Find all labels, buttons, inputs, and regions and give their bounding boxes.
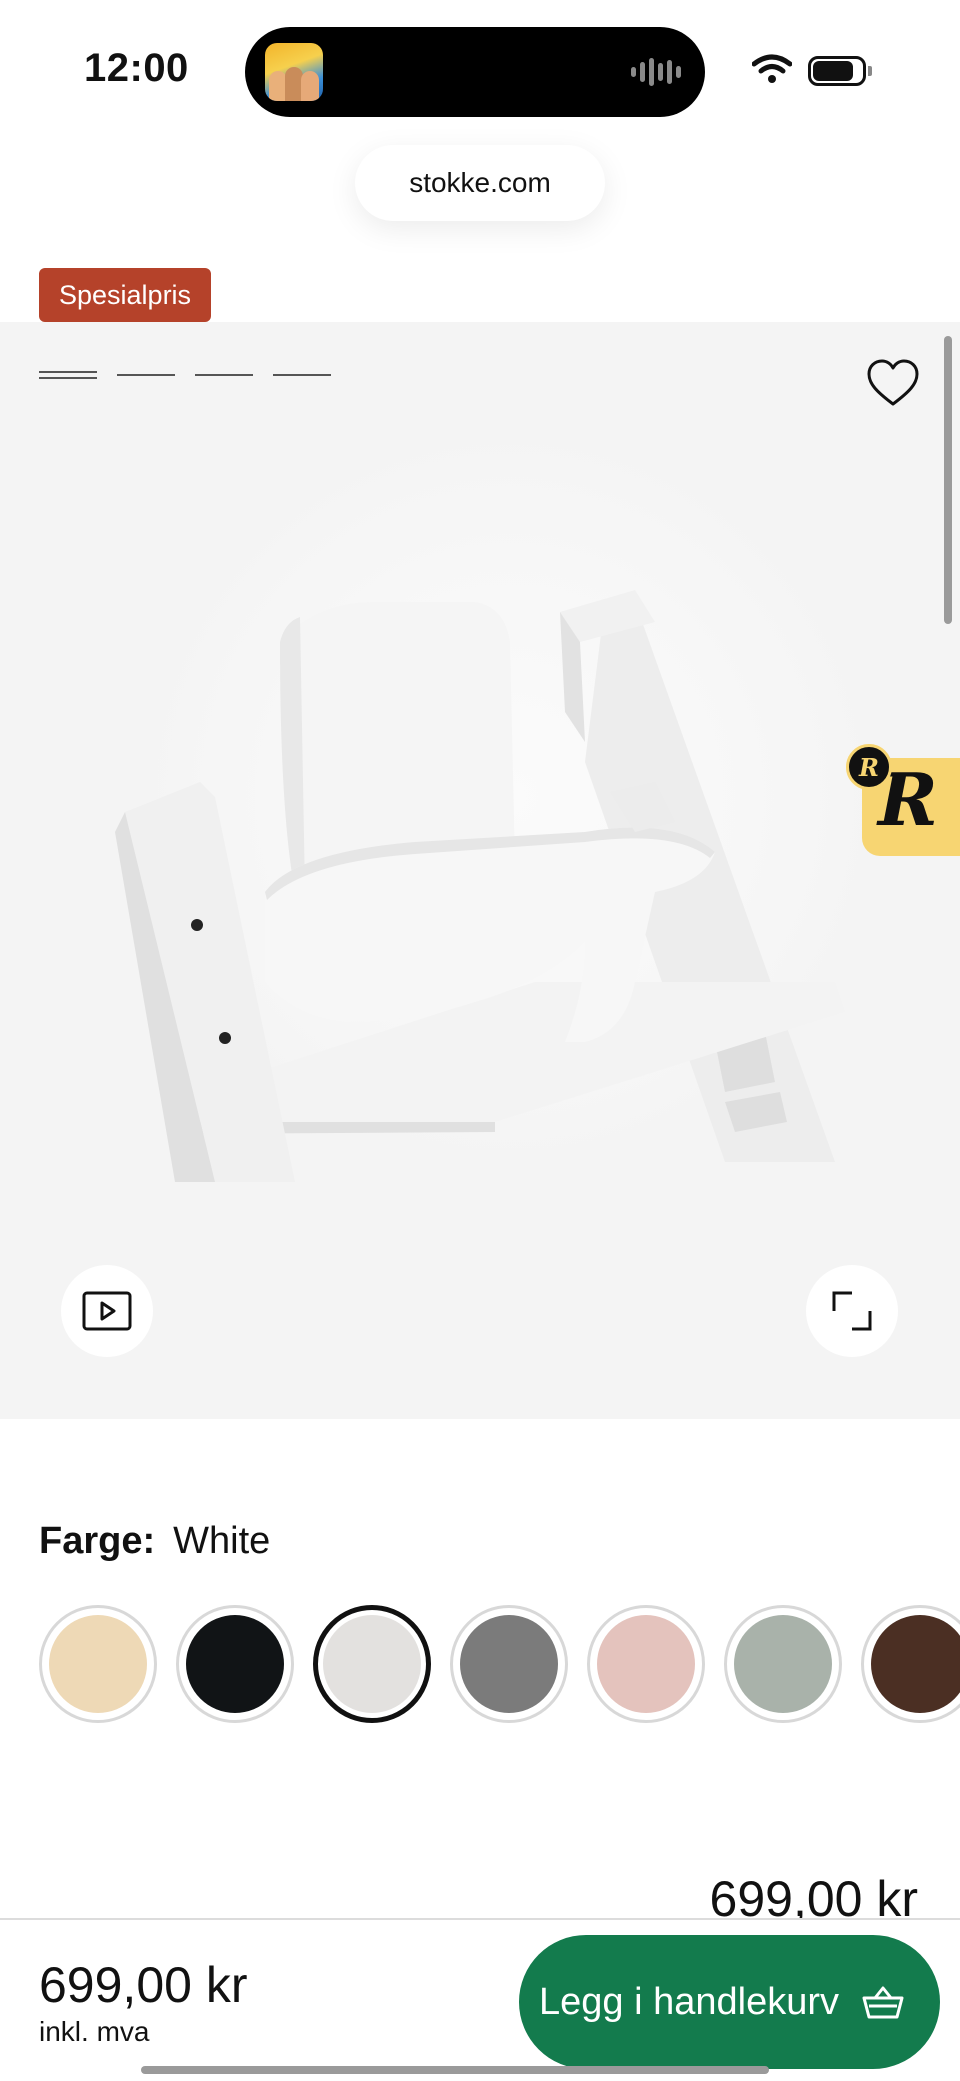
home-indicator[interactable] bbox=[141, 2066, 769, 2074]
gallery-pagination bbox=[39, 371, 331, 379]
wishlist-heart-icon[interactable] bbox=[863, 354, 923, 414]
loyalty-widget-mini-logo: R bbox=[846, 744, 892, 790]
gallery-dot[interactable] bbox=[39, 371, 97, 379]
play-icon bbox=[82, 1291, 132, 1331]
color-swatch-fill bbox=[734, 1615, 832, 1713]
gallery-dot[interactable] bbox=[117, 374, 175, 376]
battery-icon bbox=[808, 56, 872, 86]
color-swatch[interactable] bbox=[587, 1605, 705, 1723]
status-bar: 12:00 bbox=[0, 0, 960, 140]
expand-icon bbox=[832, 1291, 872, 1331]
status-time: 12:00 bbox=[84, 46, 189, 90]
color-swatch-fill bbox=[460, 1615, 558, 1713]
color-swatch[interactable] bbox=[861, 1605, 960, 1723]
gallery-dot[interactable] bbox=[273, 374, 331, 376]
color-label-key: Farge: bbox=[39, 1520, 156, 1562]
add-to-cart-button[interactable]: Legg i handlekurv bbox=[519, 1935, 940, 2069]
basket-icon bbox=[862, 1986, 904, 2019]
gallery-dot[interactable] bbox=[195, 374, 253, 376]
sticky-price: 699,00 kr bbox=[39, 1957, 248, 2013]
color-swatch[interactable] bbox=[313, 1605, 431, 1723]
color-swatch-fill bbox=[597, 1615, 695, 1713]
color-swatch-list bbox=[39, 1605, 960, 1723]
now-playing-artwork bbox=[265, 43, 323, 101]
color-selector-label: Farge: White bbox=[39, 1520, 270, 1563]
wifi-icon bbox=[752, 54, 792, 83]
sticky-cart-bar: 699,00 kr inkl. mva Legg i handlekurv bbox=[0, 1918, 960, 2081]
color-swatch[interactable] bbox=[176, 1605, 294, 1723]
dynamic-island[interactable] bbox=[245, 27, 705, 117]
address-bar-url: stokke.com bbox=[409, 167, 551, 198]
fullscreen-button[interactable] bbox=[806, 1265, 898, 1357]
color-swatch[interactable] bbox=[39, 1605, 157, 1723]
color-selected-value: White bbox=[173, 1520, 271, 1562]
color-swatch[interactable] bbox=[450, 1605, 568, 1723]
vat-note: inkl. mva bbox=[39, 2016, 150, 2047]
color-swatch-fill bbox=[49, 1615, 147, 1713]
product-image bbox=[115, 590, 845, 1182]
color-swatch-fill bbox=[186, 1615, 284, 1713]
audio-waveform-icon bbox=[631, 57, 681, 87]
add-to-cart-label: Legg i handlekurv bbox=[539, 1980, 839, 2023]
color-swatch[interactable] bbox=[724, 1605, 842, 1723]
page-scrollbar[interactable] bbox=[944, 336, 952, 624]
play-video-button[interactable] bbox=[61, 1265, 153, 1357]
special-price-badge: Spesialpris bbox=[39, 268, 212, 322]
color-swatch-fill bbox=[871, 1615, 960, 1713]
color-swatch-fill bbox=[323, 1615, 421, 1713]
product-image-gallery[interactable] bbox=[0, 322, 960, 1419]
address-bar[interactable]: stokke.com bbox=[355, 145, 605, 221]
